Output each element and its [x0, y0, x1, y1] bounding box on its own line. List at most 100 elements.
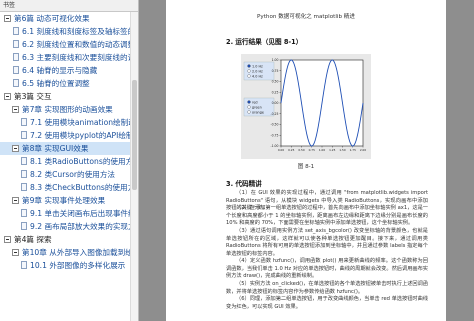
collapse-icon[interactable] [12, 145, 19, 152]
bookmark-list: 第6篇 动态可视化效果 6.1 刻度线和刻度标签及轴标签的动态效果 6.2 刻度线位… [0, 12, 138, 272]
bookmark-label: 6.3 主要刻度线和次要刻度线的调整 [22, 53, 138, 62]
bookmark-label: 第6篇 动态可视化效果 [14, 14, 90, 23]
paragraph-4: （4）定义函数 hzfunc()，调用函数 plot() 用来更新曲线的频率。这… [226, 258, 428, 280]
y-tick-label: -0.75 [270, 133, 278, 137]
paragraph-6: （6）同理，添加第二组单选按钮，用于改变曲线颜色，当单击 red 单选按钮时曲线… [226, 296, 428, 310]
bookmark-label: 8.2 类Cursor的使用方法 [30, 170, 116, 179]
bookmark-label: 6.1 刻度线和刻度标签及轴标签的动态效果 [22, 27, 138, 36]
figure-caption: 图 8-1 [297, 164, 315, 170]
x-tick-label: 0.25 [288, 148, 294, 152]
radio-button [247, 110, 251, 114]
radio-label: 1.0 Hz [252, 64, 263, 68]
bookmark-item[interactable]: 7.2 使用模块pyplot的API绘制动画 [0, 129, 138, 142]
bookmark-item[interactable]: 6.1 刻度线和刻度标签及轴标签的动态效果 [0, 25, 138, 38]
bookmark-item[interactable]: 第10章 从外部导入图像加载到绘图区域 [0, 246, 138, 259]
page-bookmark-icon [21, 157, 27, 165]
page-bookmark-icon [21, 261, 27, 269]
bookmark-item[interactable]: 6.4 轴脊的显示与隐藏 [0, 64, 138, 77]
bookmark-item[interactable]: 8.1 类RadioButtons的使用方法 [0, 155, 138, 168]
x-tick-label: 0.75 [309, 148, 315, 152]
y-tick-label: 0.25 [272, 90, 279, 94]
radio-button [247, 74, 251, 78]
radio-label: red [252, 100, 258, 104]
bookmark-item[interactable]: 第7章 实现图形的动画效果 [0, 103, 138, 116]
x-tick-label: 1.25 [329, 148, 335, 152]
paragraph-2: （2）在添加第一组单选按钮的过程中，首先向画布中添加坐标轴实例 ax1，这是一个… [226, 205, 428, 227]
radio-label: 4.0 Hz [252, 74, 263, 78]
bookmark-item[interactable]: 第9章 实现事件处理效果 [0, 194, 138, 207]
radio-button [247, 105, 251, 109]
page-bookmark-icon [21, 170, 27, 178]
x-tick-label: 1.50 [339, 148, 345, 152]
pdf-page: Python 数据可视化之 matplotlib 精进 2. 运行结果（见图 8… [166, 0, 446, 321]
radio-label: 2.0 Hz [252, 69, 263, 73]
paragraph-3: （3）通过语句调用实例方法 set_axis_bgcolor() 改变坐标轴的背… [226, 228, 428, 257]
radio-button [247, 100, 251, 104]
x-tick-label: 1.00 [319, 148, 325, 152]
page-bookmark-icon [13, 53, 19, 61]
y-tick-label: -0.50 [270, 123, 278, 127]
bookmark-label: 9.1 单击关闭画布后出现事件结果提示 [30, 209, 138, 218]
bookmark-item[interactable]: 8.2 类Cursor的使用方法 [0, 168, 138, 181]
page-header: Python 数据可视化之 matplotlib 精进 [257, 14, 355, 20]
bookmark-item[interactable]: 6.5 轴脊的位置调整 [0, 77, 138, 90]
page-bookmark-icon [21, 209, 27, 217]
page-bookmark-icon [21, 131, 27, 139]
figure-8-1: 1.0 Hz 2.0 Hz 4.0 Hz red green orange 1.00 0.75… [241, 54, 371, 159]
page-bookmark-icon [13, 66, 19, 74]
page-bookmark-icon [13, 27, 19, 35]
bookmark-label: 第4篇 探索 [14, 235, 52, 244]
bookmark-item[interactable]: 第3篇 交互 [0, 90, 138, 103]
bookmark-label: 8.1 类RadioButtons的使用方法 [30, 157, 138, 166]
y-tick-label: -0.25 [270, 112, 278, 116]
collapse-icon[interactable] [12, 249, 19, 256]
scrollbar-thumb[interactable] [132, 80, 137, 190]
x-tick-label: 2.00 [360, 148, 366, 152]
bookmark-panel-title: 书签 [0, 0, 138, 12]
y-tick-label: 0.00 [272, 101, 279, 105]
bookmark-panel: 书签 第6篇 动态可视化效果 6.1 刻度线和刻度标签及轴标签的动态效果 6.2 刻… [0, 0, 139, 321]
x-tick-label: 0.00 [278, 148, 284, 152]
x-tick-label: 1.75 [350, 148, 356, 152]
page-bookmark-icon [13, 40, 19, 48]
bookmark-item[interactable]: 6.2 刻度线位置和数值的动态调整 [0, 38, 138, 51]
x-tick-label: 0.50 [298, 148, 304, 152]
collapse-icon[interactable] [4, 15, 11, 22]
bookmark-label: 第8章 实现GUI效果 [22, 144, 89, 153]
bookmark-label: 第10章 从外部导入图像加载到绘图区域 [22, 248, 138, 257]
bookmark-label: 10.1 外部图像的多样化展示 [30, 261, 126, 270]
bookmark-label: 9.2 画布局部放大效果的实现方法 [30, 222, 138, 231]
page-bookmark-icon [13, 79, 19, 87]
collapse-icon[interactable] [4, 236, 11, 243]
collapse-icon[interactable] [12, 106, 19, 113]
bookmark-item[interactable]: 9.2 画布局部放大效果的实现方法 [0, 220, 138, 233]
collapse-icon[interactable] [4, 93, 11, 100]
bookmark-label: 6.5 轴脊的位置调整 [22, 79, 90, 88]
page-bookmark-icon [21, 222, 27, 230]
bookmark-label: 7.2 使用模块pyplot的API绘制动画 [30, 131, 138, 140]
paragraph-5: （5）实例方法 on_clicked()，在单选按钮的各个单选按钮被单击时执行上… [226, 281, 428, 295]
bookmark-item[interactable]: 9.1 单击关闭画布后出现事件结果提示 [0, 207, 138, 220]
bookmark-scrollbar[interactable] [130, 12, 138, 321]
bookmark-item[interactable]: 6.3 主要刻度线和次要刻度线的调整 [0, 51, 138, 64]
bookmark-item[interactable]: 8.3 类CheckButtons的使用方法 [0, 181, 138, 194]
y-tick-label: 0.50 [272, 80, 279, 84]
bookmark-item[interactable]: 7.1 使用模块animation绘制动画 [0, 116, 138, 129]
bookmark-label: 第3篇 交互 [14, 92, 52, 101]
section-heading-run-result: 2. 运行结果（见图 8-1） [226, 38, 303, 46]
radio-button [247, 69, 251, 73]
bookmark-label: 第9章 实现事件处理效果 [22, 196, 106, 205]
bookmark-item[interactable]: 第8章 实现GUI效果 [0, 142, 138, 155]
page-bookmark-icon [21, 183, 27, 191]
section-heading-code: 3. 代码精讲 [226, 180, 262, 188]
bookmark-item[interactable]: 第4篇 探索 [0, 233, 138, 246]
bookmark-label: 6.4 轴脊的显示与隐藏 [22, 66, 98, 75]
document-view: Python 数据可视化之 matplotlib 精进 2. 运行结果（见图 8… [139, 0, 474, 321]
bookmark-item[interactable]: 10.1 外部图像的多样化展示 [0, 259, 138, 272]
y-tick-label: 1.00 [272, 58, 279, 62]
collapse-icon[interactable] [12, 197, 19, 204]
radio-label: green [252, 105, 262, 109]
bookmark-label: 6.2 刻度线位置和数值的动态调整 [22, 40, 136, 49]
bookmark-item[interactable]: 第6篇 动态可视化效果 [0, 12, 138, 25]
y-tick-label: 0.75 [272, 69, 279, 73]
